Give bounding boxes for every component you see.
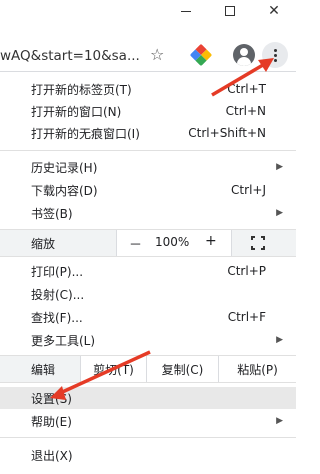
menu-item-label: 下载内容(D): [31, 183, 98, 198]
menu-item-new-tab[interactable]: 打开新的标签页(T) Ctrl+T: [0, 78, 290, 100]
menu-item-settings[interactable]: 设置(S): [0, 387, 296, 409]
menu-item-shortcut: Ctrl+J: [231, 183, 266, 197]
maximize-icon: [225, 6, 235, 16]
window-titlebar: ✕: [0, 0, 296, 24]
close-button[interactable]: ✕: [252, 0, 296, 22]
paste-button[interactable]: 粘贴(P): [218, 356, 296, 382]
address-bar-text[interactable]: wAQ&start=10&sa...: [0, 48, 140, 64]
menu-separator: [0, 150, 296, 151]
fullscreen-icon[interactable]: [251, 236, 265, 250]
more-menu-icon[interactable]: [262, 42, 288, 68]
menu-item-shortcut: Ctrl+Shift+N: [188, 126, 266, 140]
menu-item-label: 打印(P)...: [31, 264, 84, 279]
menu-edit-row: 编辑 剪切(T) 复制(C) 粘贴(P): [0, 356, 296, 382]
extension-icon[interactable]: [189, 43, 213, 67]
menu-item-print[interactable]: 打印(P)... Ctrl+P: [0, 260, 290, 282]
menu-item-label: 投射(C)...: [31, 287, 85, 302]
menu-item-new-incognito[interactable]: 打开新的无痕窗口(I) Ctrl+Shift+N: [0, 122, 290, 144]
menu-separator: [0, 437, 296, 438]
maximize-button[interactable]: [208, 0, 252, 22]
menu-item-exit[interactable]: 退出(X): [0, 444, 290, 466]
menu-item-label: 书签(B): [31, 206, 73, 221]
zoom-level: 100%: [155, 235, 190, 249]
submenu-arrow-icon: ▶: [276, 335, 283, 345]
menu-separator: [0, 256, 296, 257]
menu-item-shortcut: Ctrl+P: [227, 264, 266, 278]
menu-item-bookmarks[interactable]: 书签(B) ▶: [0, 202, 290, 224]
menu-item-find[interactable]: 查找(F)... Ctrl+F: [0, 306, 290, 328]
zoom-label: 缩放: [31, 237, 56, 251]
menu-item-history[interactable]: 历史记录(H) ▶: [0, 156, 290, 178]
menu-item-label: 打开新的窗口(N): [31, 104, 122, 119]
menu-item-label: 更多工具(L): [31, 333, 96, 348]
submenu-arrow-icon: ▶: [276, 416, 283, 426]
menu-item-help[interactable]: 帮助(E) ▶: [0, 410, 290, 432]
menu-item-label: 打开新的无痕窗口(I): [31, 126, 140, 141]
menu-separator: [0, 382, 296, 383]
minimize-icon: [181, 10, 191, 12]
menu-item-label: 设置(S): [31, 391, 72, 406]
chrome-main-menu: 打开新的标签页(T) Ctrl+T 打开新的窗口(N) Ctrl+N 打开新的无…: [0, 71, 296, 474]
minimize-button[interactable]: [164, 0, 208, 22]
menu-item-cast[interactable]: 投射(C)...: [0, 283, 290, 305]
submenu-arrow-icon: ▶: [276, 162, 283, 172]
menu-item-shortcut: Ctrl+N: [225, 104, 266, 118]
menu-item-shortcut: Ctrl+T: [227, 82, 266, 96]
menu-item-new-window[interactable]: 打开新的窗口(N) Ctrl+N: [0, 100, 290, 122]
submenu-arrow-icon: ▶: [276, 208, 283, 218]
menu-item-label: 打开新的标签页(T): [31, 82, 132, 97]
profile-avatar-icon[interactable]: [233, 44, 255, 66]
menu-item-downloads[interactable]: 下载内容(D) Ctrl+J: [0, 179, 290, 201]
zoom-out-button[interactable]: －: [129, 234, 142, 253]
menu-item-more-tools[interactable]: 更多工具(L) ▶: [0, 329, 290, 351]
zoom-controls: － 100% +: [116, 230, 232, 256]
menu-item-label: 帮助(E): [31, 414, 72, 429]
menu-item-label: 查找(F)...: [31, 310, 83, 325]
copy-button[interactable]: 复制(C): [146, 356, 218, 382]
edit-label: 编辑: [31, 363, 56, 377]
menu-item-label: 历史记录(H): [31, 160, 98, 175]
menu-item-label: 退出(X): [31, 448, 73, 463]
cut-button[interactable]: 剪切(T): [80, 356, 146, 382]
bookmark-star-icon[interactable]: ☆: [150, 45, 164, 65]
zoom-in-button[interactable]: +: [205, 233, 217, 249]
menu-item-shortcut: Ctrl+F: [227, 310, 266, 324]
menu-zoom-row: 缩放 － 100% +: [0, 230, 296, 256]
close-icon: ✕: [268, 3, 280, 19]
